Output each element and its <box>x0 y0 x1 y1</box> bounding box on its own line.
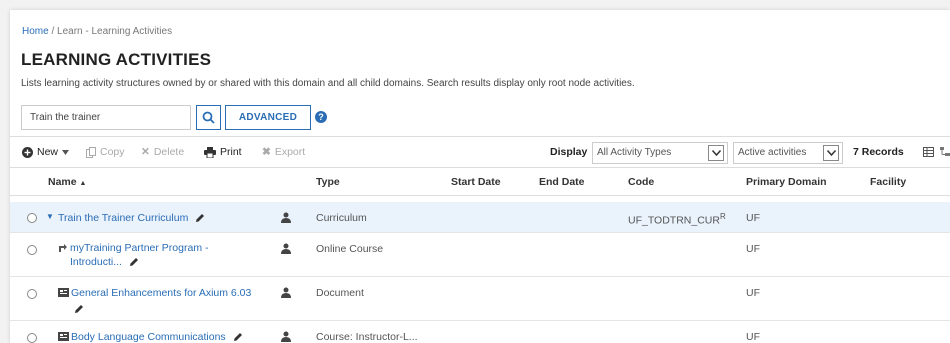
pencil-icon[interactable] <box>195 213 205 223</box>
print-button[interactable]: Print <box>204 146 242 158</box>
row-domain: UF <box>746 212 760 224</box>
page-description: Lists learning activity structures owned… <box>21 78 635 89</box>
row-type: Course: Instructor-L... <box>316 331 418 343</box>
row-name[interactable]: myTraining Partner Program - Introducti.… <box>70 241 208 269</box>
chevron-down-icon <box>62 149 70 155</box>
online-course-icon <box>59 244 67 252</box>
advanced-search-button[interactable]: ADVANCED <box>225 105 311 130</box>
person-icon <box>281 212 291 223</box>
page-container: Home / Learn - Learning Activities LEARN… <box>10 10 950 343</box>
table-row[interactable]: ▼ Train the Trainer Curriculum Curriculu… <box>10 202 950 233</box>
row-radio[interactable] <box>27 245 37 255</box>
row-name-link[interactable]: Body Language Communications <box>71 331 226 343</box>
chevron-down-icon <box>708 145 724 161</box>
breadcrumb-home[interactable]: Home <box>22 26 49 37</box>
column-header-name-label: Name <box>48 176 77 188</box>
pencil-icon[interactable] <box>74 304 84 314</box>
person-icon <box>281 287 291 298</box>
help-icon[interactable]: ? <box>315 111 327 123</box>
tree-view-icon[interactable] <box>940 147 950 157</box>
copy-icon <box>86 146 96 158</box>
row-type: Online Course <box>316 243 384 255</box>
row-domain: UF <box>746 287 760 299</box>
column-header-type[interactable]: Type <box>316 176 340 188</box>
row-name-link[interactable]: Train the Trainer Curriculum <box>58 212 188 224</box>
export-icon: ✖ <box>262 146 271 158</box>
row-code: UF_TODTRN_CURR <box>628 212 726 227</box>
pencil-icon[interactable] <box>129 257 139 267</box>
document-icon <box>58 332 69 341</box>
header-divider <box>10 195 950 196</box>
new-label: New <box>37 146 59 158</box>
print-label: Print <box>220 146 242 158</box>
search-icon <box>202 111 215 124</box>
row-domain: UF <box>746 243 760 255</box>
breadcrumb-current: Learn - Learning Activities <box>57 26 173 37</box>
display-label: Display <box>550 146 588 158</box>
row-name-link-cont[interactable]: Introducti... <box>70 256 122 268</box>
delete-button[interactable]: ✕ Delete <box>141 146 184 158</box>
column-header-primary-domain[interactable]: Primary Domain <box>746 176 827 188</box>
printer-icon <box>204 146 216 158</box>
row-domain: UF <box>746 331 760 343</box>
column-header-facility[interactable]: Facility <box>870 176 906 188</box>
row-radio[interactable] <box>27 333 37 343</box>
column-header-name[interactable]: Name ▲ <box>48 176 86 188</box>
column-header-start-date[interactable]: Start Date <box>451 176 501 188</box>
row-code-suffix: R <box>719 212 726 221</box>
row-type: Curriculum <box>316 212 367 224</box>
new-button[interactable]: New <box>22 146 70 158</box>
row-radio[interactable] <box>27 213 37 223</box>
row-name-link[interactable]: myTraining Partner Program - <box>70 242 208 254</box>
row-name[interactable]: Train the Trainer Curriculum <box>58 211 205 225</box>
column-header-code[interactable]: Code <box>628 176 654 188</box>
copy-label: Copy <box>100 146 125 158</box>
row-type: Document <box>316 287 364 299</box>
document-icon <box>58 288 69 297</box>
page-title: LEARNING ACTIVITIES <box>21 50 212 69</box>
record-count: 7 Records <box>853 146 904 158</box>
table-row[interactable]: myTraining Partner Program - Introducti.… <box>10 233 950 277</box>
export-label: Export <box>274 146 306 158</box>
copy-button[interactable]: Copy <box>86 146 125 158</box>
breadcrumb-separator: / <box>51 26 55 37</box>
breadcrumb: Home / Learn - Learning Activities <box>22 26 172 37</box>
table-row[interactable]: General Enhancements for Axium 6.03 Docu… <box>10 277 950 321</box>
expand-triangle-icon[interactable]: ▼ <box>46 212 54 221</box>
pencil-icon[interactable] <box>233 332 243 342</box>
export-button[interactable]: ✖ Export <box>262 146 305 158</box>
x-icon: ✕ <box>141 146 150 158</box>
column-header-end-date[interactable]: End Date <box>539 176 585 188</box>
toolbar: New Copy ✕ Delete Print ✖ Export Display… <box>10 136 950 168</box>
search-button[interactable] <box>196 105 221 130</box>
person-icon <box>281 243 291 254</box>
table-row[interactable]: Body Language Communications Course: Ins… <box>10 321 950 343</box>
activity-type-select[interactable]: All Activity Types <box>592 142 728 164</box>
row-name[interactable]: Body Language Communications <box>71 330 243 343</box>
search-input[interactable] <box>21 105 191 130</box>
sort-asc-icon: ▲ <box>79 180 87 187</box>
activity-type-value: All Activity Types <box>597 147 672 158</box>
row-name[interactable]: General Enhancements for Axium 6.03 <box>71 286 251 300</box>
row-radio[interactable] <box>27 289 37 299</box>
row-code-value: UF_TODTRN_CUR <box>628 214 720 227</box>
chevron-down-icon <box>823 145 839 161</box>
person-icon <box>281 331 291 342</box>
status-value: Active activities <box>738 147 807 158</box>
plus-circle-icon <box>22 146 33 158</box>
status-select[interactable]: Active activities <box>733 142 843 164</box>
table-view-icon[interactable] <box>923 147 934 157</box>
delete-label: Delete <box>153 146 185 158</box>
